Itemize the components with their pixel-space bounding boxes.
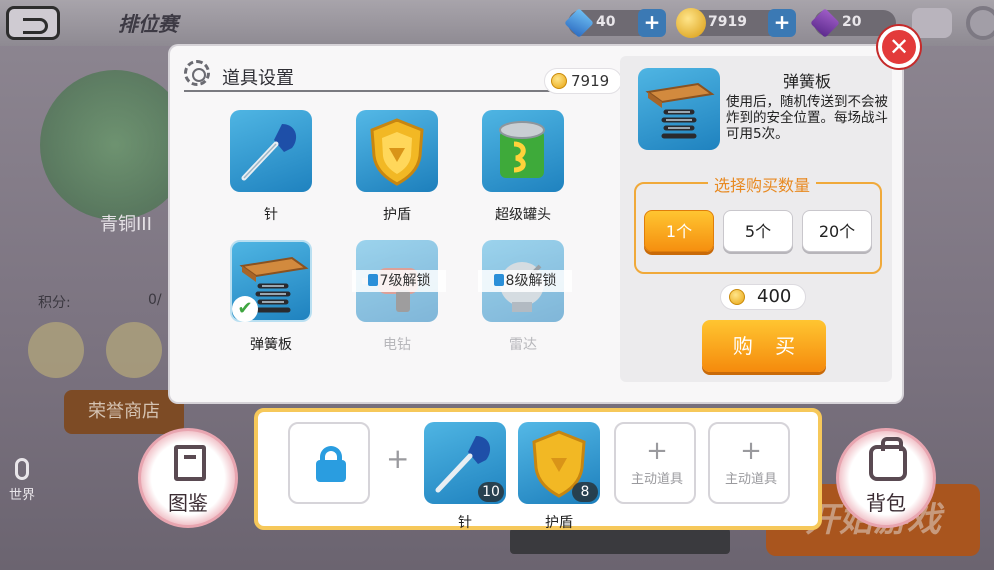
item-name: 弹簧板 [250,337,292,353]
backpack-button[interactable]: 背包 [836,428,936,528]
settings-gear-icon[interactable] [966,6,994,40]
gold-coin-icon [729,289,745,305]
microphone-icon [15,458,29,480]
padlock-icon [493,274,504,286]
unlock-level-text: 7级解锁 [379,273,431,289]
item-count: 8 [572,482,598,502]
equipped-items-bar: + 10 针 8 护盾 + 主动道具 + 主动道具 [254,408,822,531]
lock-badge: 7级解锁 [352,270,446,292]
lock-badge: 8级解锁 [478,270,572,292]
item-name: 雷达 [509,337,537,353]
world-chat-label: 世界 [8,488,35,503]
empty-active-slot[interactable]: + 主动道具 [614,422,696,504]
empty-slot-label: 主动道具 [724,472,777,487]
equipped-slot-shield[interactable]: 8 护盾 [518,422,600,531]
gem-count: 40 [596,14,616,30]
slot-item-name: 针 [458,515,472,531]
backpack-icon [869,437,907,481]
score-label: 积分: [38,295,71,311]
qty-option-1[interactable]: 1个 [644,210,714,252]
price-value: 400 [757,286,792,307]
rank-badge-icon[interactable] [106,322,162,378]
backpack-label: 背包 [866,491,906,515]
quantity-label: 选择购买数量 [708,172,817,196]
qty-option-20[interactable]: 20个 [802,210,872,252]
padlock-icon [367,274,378,286]
equipped-slot-needle[interactable]: 10 针 [424,422,506,531]
add-gold-button[interactable]: + [768,9,796,37]
coin-balance: 7919 [544,68,622,94]
locked-slot[interactable] [288,422,370,504]
item-radar[interactable]: 8级解锁 雷达 [478,240,572,356]
add-gems-button[interactable]: + [638,9,666,37]
item-shield[interactable]: 护盾 [356,110,438,226]
gold-counter: 7919 + [676,8,796,38]
world-chat-button[interactable]: 世界 [2,456,42,506]
quantity-selector: 选择购买数量 1个 5个 20个 [634,172,882,274]
diamond-icon [564,8,594,38]
item-drill[interactable]: 7级解锁 电钻 [352,240,446,356]
rank-name: 青铜III [100,214,152,235]
score-value: 0/ [148,292,162,308]
back-button[interactable] [6,6,60,40]
crystal-icon [810,8,840,38]
shield-icon [356,110,438,192]
spring-board-icon [638,68,720,150]
gallery-label: 图鉴 [168,491,208,515]
coin-balance-value: 7919 [571,72,610,90]
qty-option-5[interactable]: 5个 [723,210,793,252]
item-needle[interactable]: 针 [230,110,312,226]
item-spring-board[interactable]: ✔ 弹簧板 [230,240,312,356]
add-icon: + [646,436,668,466]
page-title: 排位赛 [118,12,178,36]
lock-icon [316,446,346,482]
unlock-level-text: 8级解锁 [505,273,557,289]
needle-icon [230,110,312,192]
item-super-can[interactable]: 超级罐头 [482,110,564,226]
slot-item-name: 护盾 [545,515,573,531]
gold-coin-icon [551,73,567,89]
close-dialog-button[interactable]: ✕ [878,26,920,68]
dialog-header: 道具设置 7919 [184,56,622,94]
honor-shop-button[interactable]: 荣誉商店 [64,390,184,434]
empty-active-slot[interactable]: + 主动道具 [708,422,790,504]
gold-count: 7919 [708,14,747,30]
selected-check-icon: ✔ [232,296,258,322]
item-settings-dialog: 道具设置 7919 针 护盾 超级罐头 ✔ 弹簧板 7级解锁 电钻 8级解锁 雷… [170,46,902,402]
empty-slot-label: 主动道具 [630,472,683,487]
gear-icon [184,60,210,86]
mail-button[interactable] [912,8,952,38]
item-count: 10 [478,482,504,502]
gallery-button[interactable]: 图鉴 [138,428,238,528]
crystal-count: 20 [842,14,862,30]
gold-coin-icon [676,8,706,38]
detail-title: 弹簧板 [782,72,831,91]
item-name: 针 [264,207,278,223]
rank-emblem [40,70,190,220]
gem-counter: 40 + [564,8,666,38]
top-bar: 排位赛 40 + 7919 + 20 [0,0,994,46]
plus-icon: + [386,442,410,475]
add-icon: + [740,436,762,466]
crown-icon[interactable] [28,322,84,378]
price-display: 400 [720,284,806,310]
book-icon [174,445,206,481]
can-icon [482,110,564,192]
item-detail-panel: 弹簧板 使用后，随机传送到不会被炸到的安全位置。每场战斗可用5次。 选择购买数量… [620,56,892,382]
dialog-title: 道具设置 [222,68,294,89]
buy-button[interactable]: 购 买 [702,320,826,372]
item-name: 护盾 [383,207,411,223]
detail-description: 使用后，随机传送到不会被炸到的安全位置。每场战斗可用5次。 [726,94,888,142]
item-name: 超级罐头 [495,207,551,223]
item-name: 电钻 [383,337,411,353]
